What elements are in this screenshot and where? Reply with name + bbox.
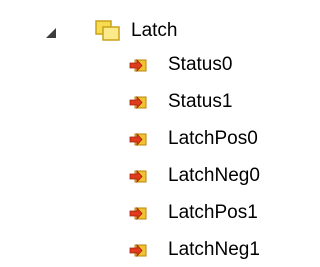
tree-node-label: LatchNeg0 — [168, 165, 260, 186]
input-variable-icon — [129, 168, 147, 184]
expanded-triangle-icon[interactable] — [45, 24, 59, 38]
tree-node-label: Status0 — [168, 54, 233, 75]
input-variable-icon — [129, 57, 147, 73]
tree-node-latchpos1[interactable]: LatchPos1 — [0, 196, 318, 230]
tree-node-status0[interactable]: Status0 — [0, 48, 318, 82]
tree-node-latchpos0[interactable]: LatchPos0 — [0, 122, 318, 156]
tree-node-status1[interactable]: Status1 — [0, 85, 318, 119]
tree-view: Latch Status0 Status1 LatchPos0 LatchNeg… — [0, 0, 318, 267]
folder-icon — [95, 20, 121, 42]
input-variable-icon — [129, 94, 147, 110]
tree-node-label: LatchPos0 — [168, 128, 258, 149]
input-variable-icon — [129, 242, 147, 258]
input-variable-icon — [129, 131, 147, 147]
tree-node-latch[interactable]: Latch — [0, 14, 318, 48]
tree-node-label: Status1 — [168, 91, 233, 112]
input-variable-icon — [129, 205, 147, 221]
tree-node-label: LatchPos1 — [168, 202, 258, 223]
tree-node-latchneg0[interactable]: LatchNeg0 — [0, 159, 318, 193]
tree-node-latchneg1[interactable]: LatchNeg1 — [0, 233, 318, 267]
tree-node-label: Latch — [131, 20, 178, 41]
tree-node-label: LatchNeg1 — [168, 239, 260, 260]
